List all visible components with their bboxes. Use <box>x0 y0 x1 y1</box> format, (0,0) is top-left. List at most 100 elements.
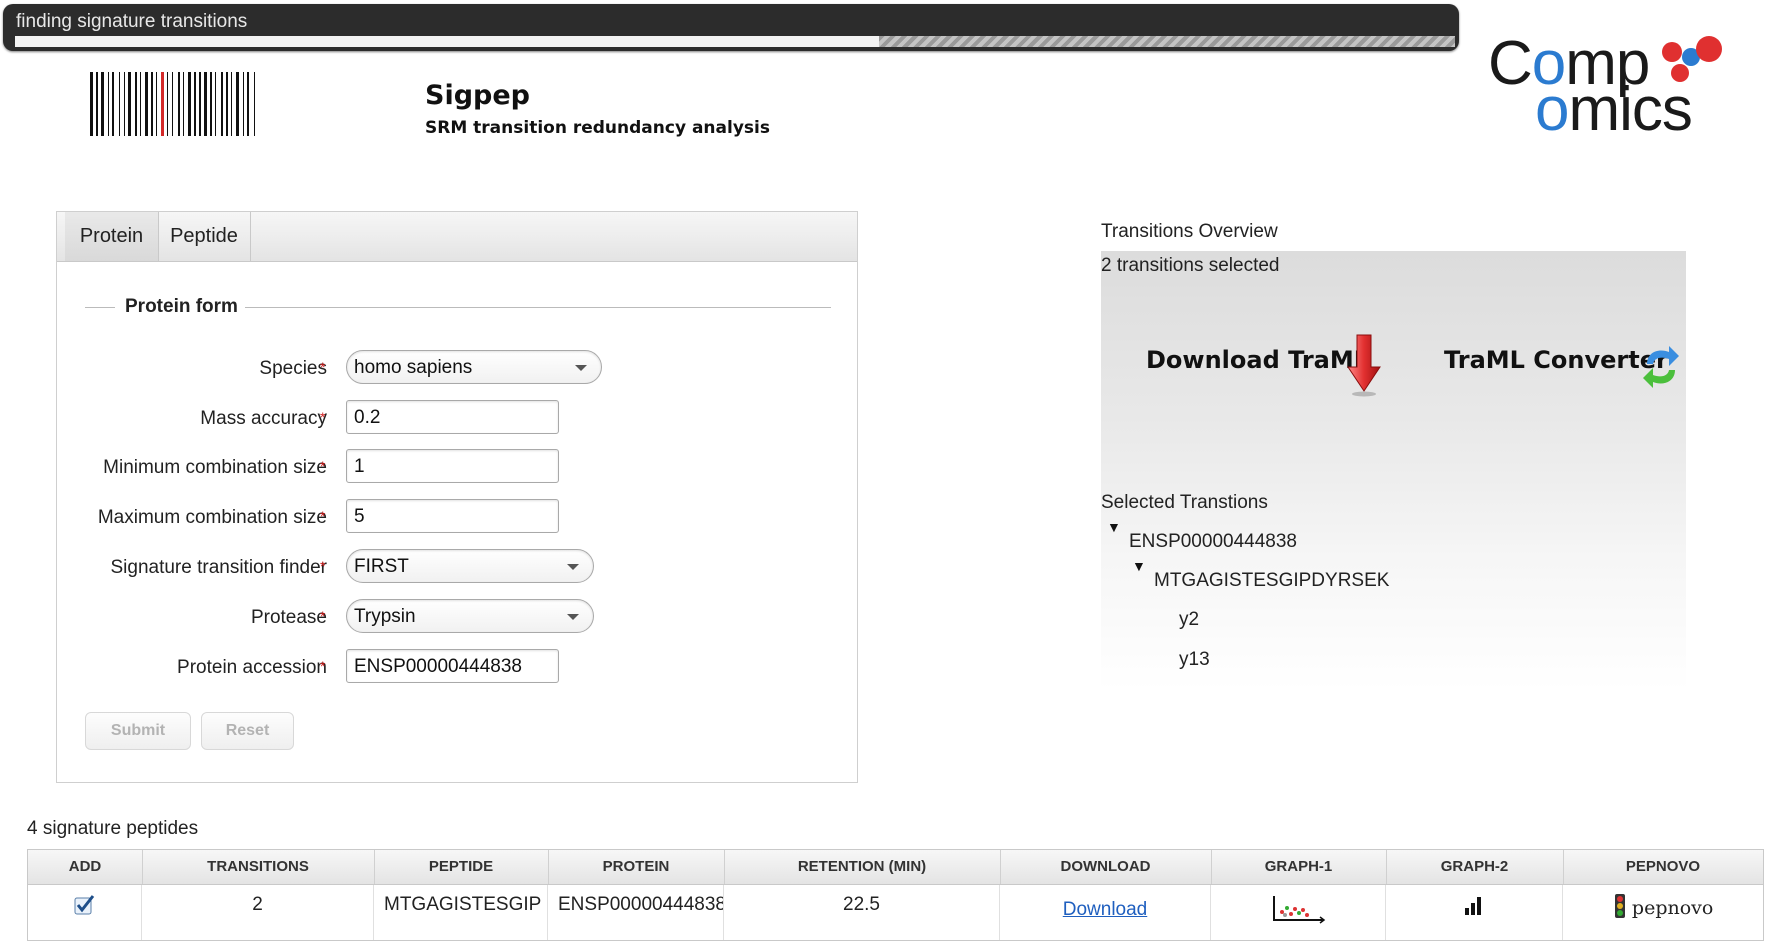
logo-dot-red-small <box>1662 42 1682 62</box>
protease-value: Trypsin <box>354 606 416 627</box>
table-row-add-cell <box>28 885 142 940</box>
table-cell-download: Download <box>1000 885 1211 940</box>
column-header[interactable]: PROTEIN <box>548 850 725 884</box>
barcode-bar <box>215 72 216 136</box>
tree-protein-node[interactable]: ENSP00000444838 <box>1129 531 1297 553</box>
barcode-bar <box>90 72 93 136</box>
finder-value: FIRST <box>354 556 409 577</box>
protein-form-panel: Protein Peptide Protein form Species * h… <box>56 211 858 783</box>
tab-peptide[interactable]: Peptide <box>158 212 251 261</box>
tab-protein[interactable]: Protein <box>65 212 159 261</box>
transitions-overview-title: Transitions Overview <box>1101 221 1278 242</box>
download-traml-link[interactable]: Download TraML <box>1146 346 1369 374</box>
barcode-bar <box>172 72 173 136</box>
barcode-bar <box>135 72 137 136</box>
pepnovo-link[interactable]: pepnovo <box>1632 897 1713 919</box>
barcode-bar <box>145 72 148 136</box>
logo-line-2: omics <box>1535 75 1693 144</box>
barcode-bar <box>108 72 109 136</box>
traffic-light-icon[interactable] <box>1613 894 1627 918</box>
bar-chart-icon[interactable] <box>1463 894 1485 916</box>
required-mark: * <box>320 359 326 375</box>
tab-bar: Protein Peptide <box>57 212 857 262</box>
column-header[interactable]: GRAPH-1 <box>1211 850 1387 884</box>
table-cell-protein: ENSP00000444838 <box>548 885 724 940</box>
table-cell-graph2 <box>1386 885 1563 940</box>
submit-button[interactable]: Submit <box>85 712 191 750</box>
logo-dot-red-large <box>1696 36 1722 62</box>
tree-ion-node[interactable]: y2 <box>1179 609 1199 631</box>
required-mark: * <box>320 409 326 425</box>
barcode-bar <box>101 72 104 136</box>
barcode-bar <box>199 72 201 136</box>
species-label: Species <box>259 358 327 379</box>
chevron-down-icon <box>567 564 579 570</box>
finder-select[interactable]: FIRST <box>346 549 594 583</box>
tree-expand-icon[interactable]: ▼ <box>1107 519 1121 535</box>
column-header[interactable]: ADD <box>28 850 143 884</box>
column-header[interactable]: PEPNOVO <box>1563 850 1763 884</box>
convert-arrows-icon[interactable] <box>1641 344 1681 390</box>
species-select[interactable]: homo sapiens <box>346 350 602 384</box>
accession-input[interactable]: ENSP00000444838 <box>346 649 559 683</box>
fieldset-legend: Protein form <box>125 296 238 317</box>
barcode-bar <box>140 72 141 136</box>
min-combination-input[interactable]: 1 <box>346 449 559 483</box>
chevron-down-icon <box>567 614 579 620</box>
column-header[interactable]: GRAPH-2 <box>1386 850 1564 884</box>
barcode-bar <box>167 72 168 136</box>
column-header[interactable]: RETENTION (MIN) <box>724 850 1001 884</box>
barcode-logo <box>90 72 255 136</box>
traml-converter-link[interactable]: TraML Converter <box>1444 346 1668 374</box>
barcode-bar <box>221 72 223 136</box>
table-cell-pepnovo: pepnovo <box>1563 885 1763 940</box>
barcode-bar <box>112 72 114 136</box>
tree-ion-node[interactable]: y13 <box>1179 649 1210 671</box>
barcode-bar <box>178 72 180 136</box>
min-combination-label: Minimum combination size <box>103 457 327 478</box>
max-combination-input[interactable]: 5 <box>346 499 559 533</box>
barcode-bar <box>188 72 191 136</box>
barcode-bar <box>156 72 157 136</box>
selected-transitions-title: Selected Transtions <box>1101 492 1268 513</box>
table-cell-graph1 <box>1211 885 1386 940</box>
column-header[interactable]: PEPTIDE <box>374 850 549 884</box>
table-cell-peptide: MTGAGISTESGIP <box>374 885 548 940</box>
checkbox-checked-icon[interactable] <box>74 894 96 916</box>
accession-label: Protein accession <box>177 657 327 678</box>
finder-label: Signature transition finder <box>110 557 327 578</box>
column-header[interactable]: DOWNLOAD <box>1000 850 1212 884</box>
required-mark: * <box>320 458 326 474</box>
tree-expand-icon[interactable]: ▼ <box>1132 558 1146 574</box>
barcode-bar <box>151 72 153 136</box>
reset-button[interactable]: Reset <box>201 712 294 750</box>
barcode-bar <box>236 72 239 136</box>
barcode-bar <box>183 72 184 136</box>
fieldset-line-right <box>245 307 831 308</box>
barcode-bar <box>254 72 255 136</box>
barcode-bar <box>128 72 131 136</box>
protease-select[interactable]: Trypsin <box>346 599 594 633</box>
progress-label: finding signature transitions <box>16 11 248 32</box>
barcode-bar <box>161 72 164 136</box>
download-link[interactable]: Download <box>1063 899 1148 920</box>
barcode-bar <box>124 72 125 136</box>
chevron-down-icon <box>575 365 587 371</box>
barcode-bar <box>226 72 228 136</box>
scatter-chart-icon[interactable] <box>1270 894 1326 924</box>
max-combination-label: Maximum combination size <box>97 507 327 528</box>
table-cell-transitions: 2 <box>142 885 374 940</box>
tree-peptide-node[interactable]: MTGAGISTESGIPDYRSEK <box>1154 570 1389 592</box>
logo-dot-red-lower <box>1671 64 1689 82</box>
down-arrow-icon[interactable] <box>1346 333 1382 397</box>
barcode-bar <box>243 72 244 136</box>
fieldset-line-left <box>85 307 115 308</box>
app-title: Sigpep <box>425 80 530 111</box>
column-header[interactable]: TRANSITIONS <box>142 850 375 884</box>
app-subtitle: SRM transition redundancy analysis <box>425 118 770 138</box>
required-mark: * <box>320 608 326 624</box>
barcode-bar <box>210 72 212 136</box>
table-cell-retention: 22.5 <box>724 885 1000 940</box>
mass-accuracy-label: Mass accuracy <box>200 408 327 429</box>
mass-accuracy-input[interactable]: 0.2 <box>346 400 559 434</box>
